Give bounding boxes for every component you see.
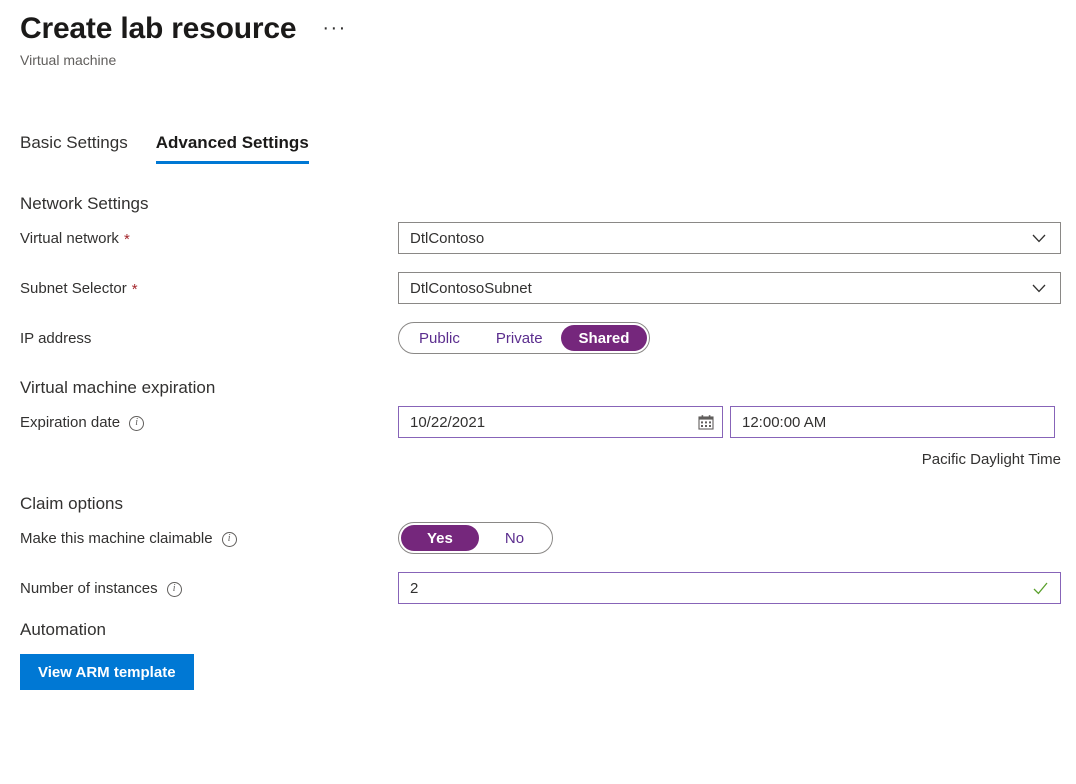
expiration-time-input[interactable]: 12:00:00 AM bbox=[730, 406, 1055, 438]
tab-bar: Basic Settings Advanced Settings bbox=[20, 132, 309, 164]
page-title: Create lab resource bbox=[20, 12, 297, 45]
field-expiration-date: 10/22/2021 12:00:00 AM Pacific Daylight … bbox=[398, 406, 1061, 470]
calendar-icon[interactable] bbox=[698, 414, 714, 430]
virtual-network-dropdown[interactable]: DtlContoso bbox=[398, 222, 1061, 254]
expiration-time-value: 12:00:00 AM bbox=[742, 413, 827, 431]
title-row: Create lab resource ··· bbox=[20, 10, 347, 48]
row-number-of-instances: Number of instances i 2 bbox=[20, 572, 1061, 604]
row-expiration-date: Expiration date i 10/22/2021 12:00:00 AM… bbox=[20, 406, 1061, 470]
label-expiration-date-text: Expiration date bbox=[20, 414, 121, 431]
row-subnet-selector: Subnet Selector * DtlContosoSubnet bbox=[20, 272, 1061, 304]
tab-advanced-settings[interactable]: Advanced Settings bbox=[155, 132, 309, 164]
field-virtual-network: DtlContoso bbox=[398, 222, 1061, 254]
subnet-selector-dropdown[interactable]: DtlContosoSubnet bbox=[398, 272, 1061, 304]
section-heading-claim-options: Claim options bbox=[20, 494, 123, 513]
claimable-toggle-group: Yes No bbox=[398, 522, 554, 554]
label-ip-address: IP address bbox=[20, 322, 398, 350]
page-subtitle: Virtual machine bbox=[20, 52, 117, 68]
tab-basic-settings[interactable]: Basic Settings bbox=[20, 132, 128, 164]
number-of-instances-input[interactable]: 2 bbox=[398, 572, 1061, 604]
expiration-datetime-group: 10/22/2021 12:00:00 AM bbox=[398, 406, 1061, 438]
claimable-option-no[interactable]: No bbox=[479, 525, 550, 551]
required-indicator: * bbox=[123, 230, 130, 248]
section-heading-automation: Automation bbox=[20, 620, 106, 639]
timezone-note: Pacific Daylight Time bbox=[921, 451, 1061, 468]
label-number-of-instances: Number of instances i bbox=[20, 572, 398, 600]
advanced-settings-form: Network Settings Virtual network * DtlCo… bbox=[20, 192, 1061, 690]
row-claimable: Make this machine claimable i Yes No bbox=[20, 522, 1058, 554]
label-virtual-network-text: Virtual network bbox=[20, 230, 119, 247]
label-number-of-instances-text: Number of instances bbox=[20, 580, 158, 597]
label-claimable-text: Make this machine claimable bbox=[20, 530, 213, 547]
more-options-icon[interactable]: ··· bbox=[322, 18, 346, 38]
subnet-selector-value: DtlContosoSubnet bbox=[410, 279, 532, 297]
section-heading-vm-expiration: Virtual machine expiration bbox=[20, 378, 216, 397]
label-expiration-date: Expiration date i bbox=[20, 406, 398, 434]
view-arm-template-button[interactable]: View ARM template bbox=[20, 654, 194, 690]
ip-address-option-shared[interactable]: Shared bbox=[560, 325, 648, 351]
label-virtual-network: Virtual network * bbox=[20, 222, 398, 250]
label-subnet-selector: Subnet Selector * bbox=[20, 272, 398, 300]
row-virtual-network: Virtual network * DtlContoso bbox=[20, 222, 1061, 254]
info-icon[interactable]: i bbox=[221, 531, 237, 547]
field-ip-address: Public Private Shared bbox=[398, 322, 1058, 354]
field-claimable: Yes No bbox=[398, 522, 1058, 554]
ip-address-toggle-group: Public Private Shared bbox=[398, 322, 651, 354]
label-ip-address-text: IP address bbox=[20, 330, 92, 347]
label-claimable: Make this machine claimable i bbox=[20, 522, 398, 550]
info-icon[interactable]: i bbox=[166, 581, 182, 597]
ip-address-option-private[interactable]: Private bbox=[478, 325, 561, 351]
number-of-instances-value: 2 bbox=[410, 579, 419, 597]
virtual-network-value: DtlContoso bbox=[410, 229, 485, 247]
label-subnet-selector-text: Subnet Selector bbox=[20, 280, 127, 297]
required-indicator: * bbox=[131, 280, 138, 298]
info-icon[interactable]: i bbox=[129, 415, 145, 431]
field-subnet-selector: DtlContosoSubnet bbox=[398, 272, 1061, 304]
valid-check-icon bbox=[1033, 582, 1048, 594]
chevron-down-icon bbox=[1032, 284, 1046, 292]
expiration-date-value: 10/22/2021 bbox=[410, 413, 486, 431]
ip-address-option-public[interactable]: Public bbox=[401, 325, 478, 351]
page-header: Create lab resource ··· Virtual machine bbox=[20, 10, 347, 70]
expiration-date-input[interactable]: 10/22/2021 bbox=[398, 406, 723, 438]
section-heading-network-settings: Network Settings bbox=[20, 194, 149, 213]
field-number-of-instances: 2 bbox=[398, 572, 1061, 604]
row-ip-address: IP address Public Private Shared bbox=[20, 322, 1058, 354]
claimable-option-yes[interactable]: Yes bbox=[401, 525, 479, 551]
chevron-down-icon bbox=[1032, 234, 1046, 242]
